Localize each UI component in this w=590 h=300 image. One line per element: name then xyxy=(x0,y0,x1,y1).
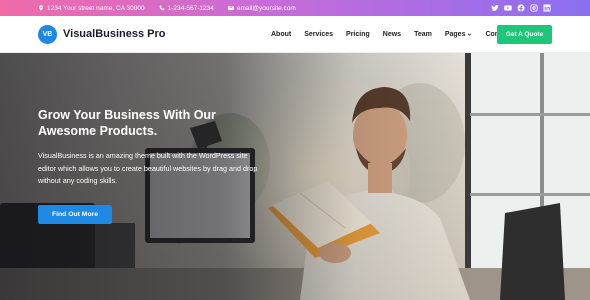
top-info-bar: 1234 Your street name, CA 30000 1-234-56… xyxy=(0,0,590,16)
site-logo[interactable]: VB VisualBusiness Pro xyxy=(38,24,166,44)
envelope-icon xyxy=(227,5,234,11)
get-a-quote-button[interactable]: Get A Quote xyxy=(497,25,552,44)
logo-text: VisualBusiness Pro xyxy=(63,28,166,40)
main-nav: About Services Pricing News Team Pages C… xyxy=(271,16,525,53)
nav-item-services[interactable]: Services xyxy=(304,31,333,38)
phone-item[interactable]: 1-234-567-1234 xyxy=(159,5,214,12)
hero-section: Grow Your Business With Our Awesome Prod… xyxy=(0,53,590,300)
location-pin-icon xyxy=(38,5,44,11)
nav-item-about[interactable]: About xyxy=(271,31,291,38)
contact-info: 1234 Your street name, CA 30000 1-234-56… xyxy=(38,5,310,12)
nav-item-pages[interactable]: Pages xyxy=(445,31,473,38)
instagram-icon[interactable] xyxy=(529,3,539,13)
youtube-icon[interactable] xyxy=(503,3,513,13)
site-header: VB VisualBusiness Pro About Services Pri… xyxy=(0,16,590,53)
logo-badge: VB xyxy=(38,24,57,44)
nav-item-pricing[interactable]: Pricing xyxy=(346,31,370,38)
hero-title: Grow Your Business With Our Awesome Prod… xyxy=(38,108,216,138)
email-text[interactable]: email@yoursite.com xyxy=(237,5,296,12)
find-out-more-button[interactable]: Find Out More xyxy=(38,205,112,224)
email-item[interactable]: email@yoursite.com xyxy=(227,5,296,12)
phone-text[interactable]: 1-234-567-1234 xyxy=(168,5,214,12)
nav-item-team[interactable]: Team xyxy=(414,31,432,38)
social-links xyxy=(487,3,552,13)
nav-item-news[interactable]: News xyxy=(383,31,401,38)
hero-description: VisualBusiness is an amazing theme built… xyxy=(38,151,258,185)
address-text: 1234 Your street name, CA 30000 xyxy=(47,4,145,12)
facebook-icon[interactable] xyxy=(516,3,526,13)
twitter-icon[interactable] xyxy=(490,3,500,13)
phone-icon xyxy=(159,5,165,11)
linkedin-icon[interactable] xyxy=(542,3,552,13)
nav-item-pages-label: Pages xyxy=(444,31,466,38)
address-item: 1234 Your street name, CA 30000 xyxy=(38,5,145,12)
chevron-down-icon xyxy=(468,33,472,36)
